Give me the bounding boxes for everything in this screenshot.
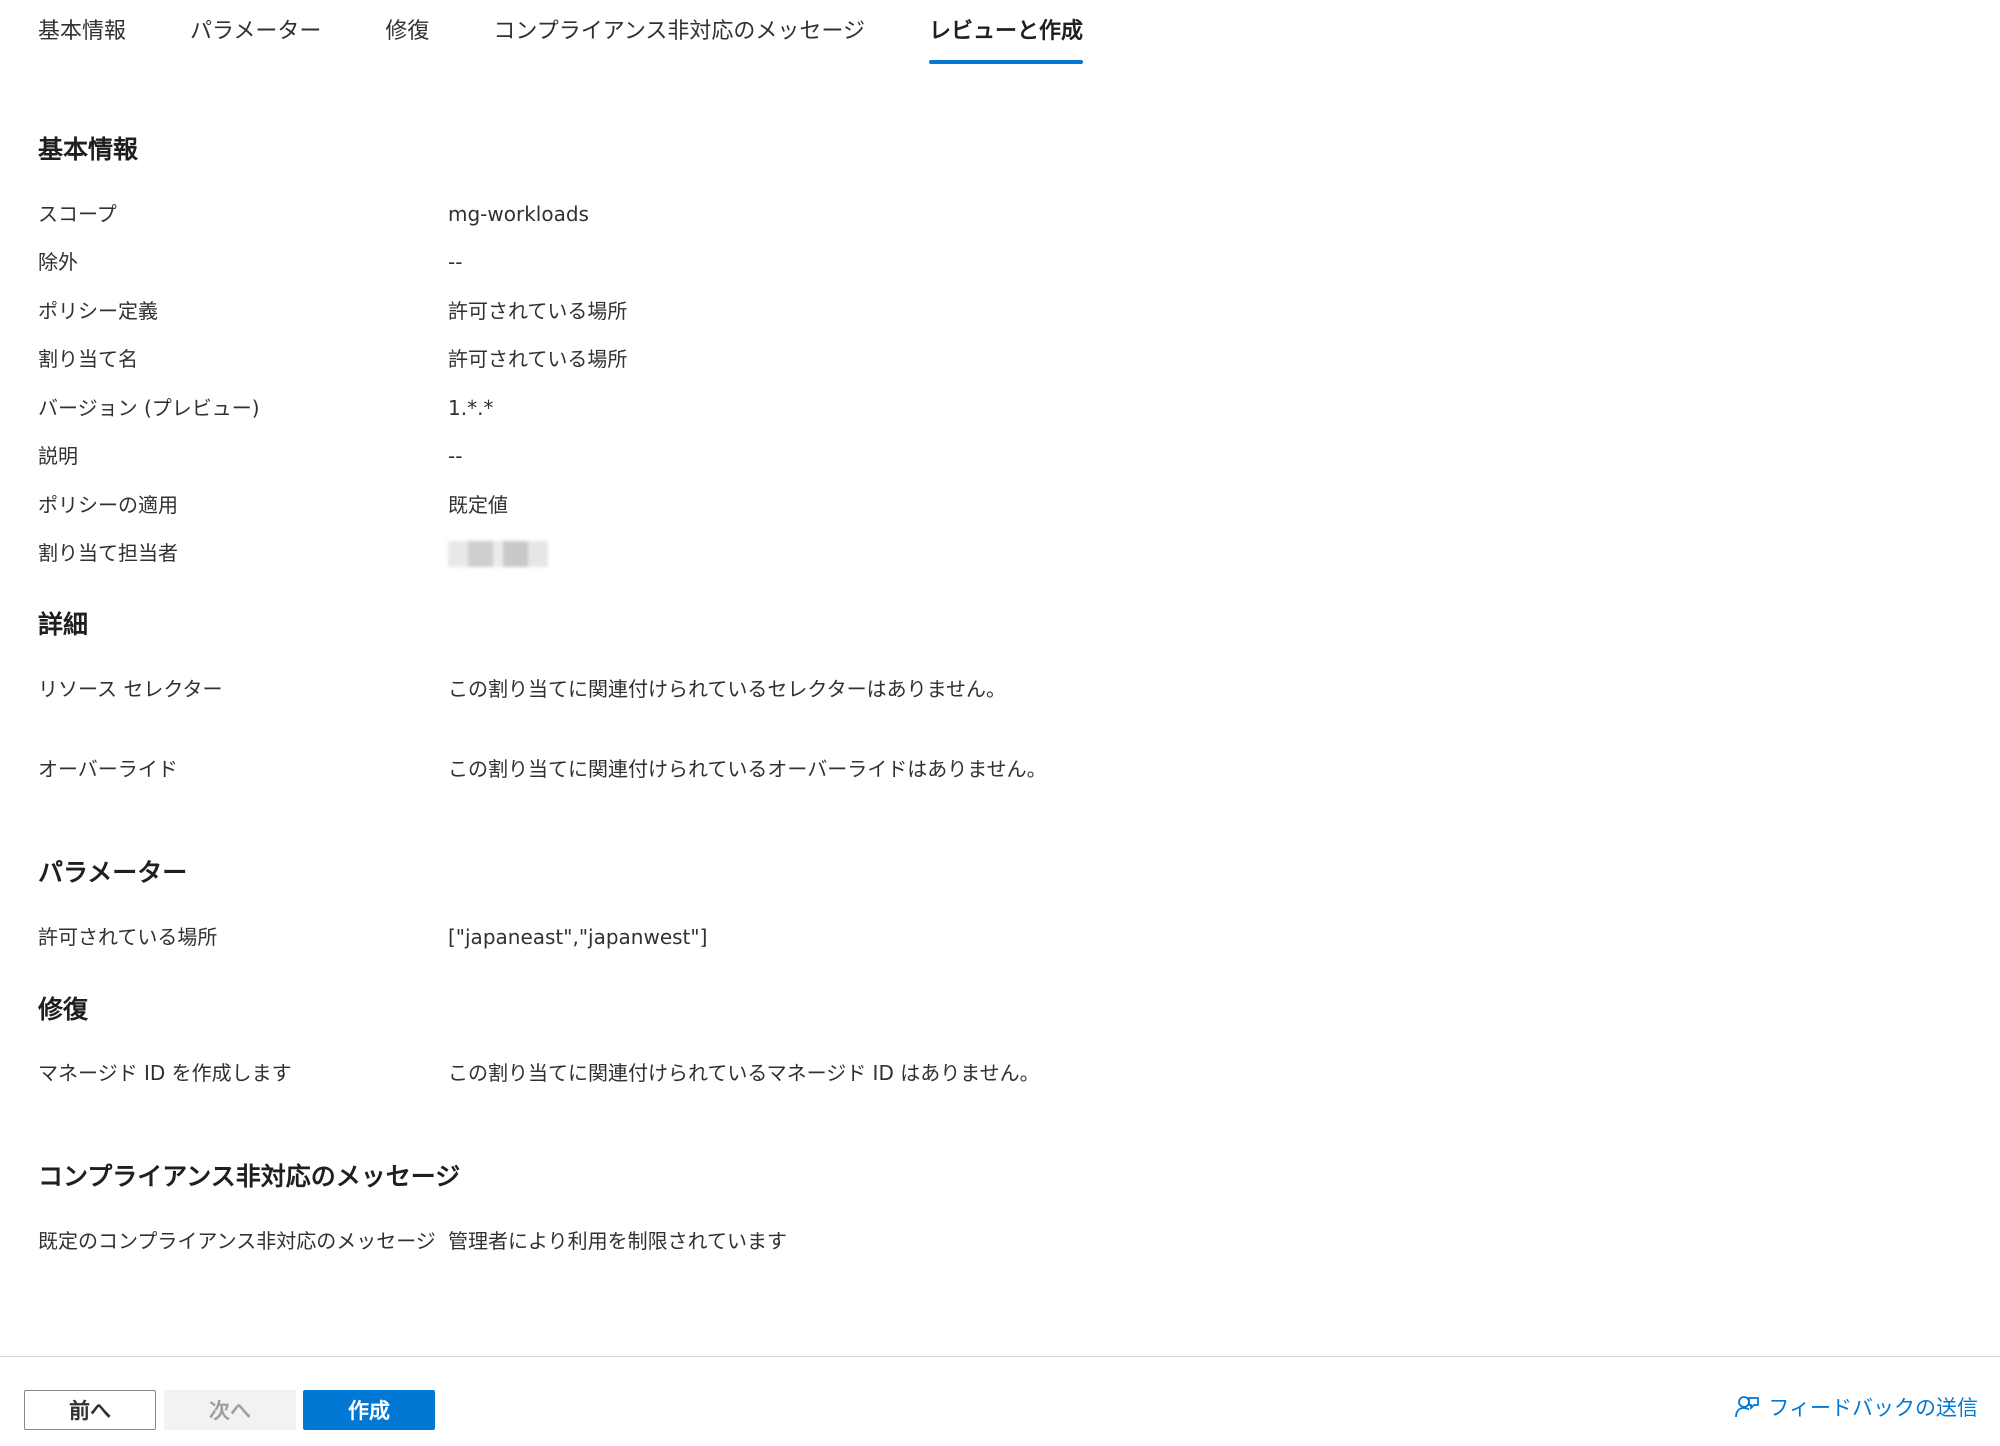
row-value: -- — [448, 250, 463, 274]
row-value: -- — [448, 444, 463, 468]
wizard-tabs: 基本情報 パラメーター 修復 コンプライアンス非対応のメッセージ レビューと作成 — [38, 0, 1147, 66]
row-value: 許可されている場所 — [448, 299, 628, 323]
row-label: 許可されている場所 — [38, 925, 218, 949]
tab-basics[interactable]: 基本情報 — [38, 0, 126, 64]
row-value: この割り当てに関連付けられているセレクターはありません。 — [448, 677, 1006, 701]
row-value: 既定値 — [448, 493, 508, 517]
row-value: 管理者により利用を制限されています — [448, 1229, 787, 1253]
row-value: 1.*.* — [448, 396, 494, 420]
row-value: この割り当てに関連付けられているオーバーライドはありません。 — [448, 757, 1047, 781]
row-label: リソース セレクター — [38, 677, 223, 701]
row-label: 割り当て担当者 — [38, 541, 178, 565]
row-label: スコープ — [38, 202, 117, 226]
row-label: 割り当て名 — [38, 347, 138, 371]
tab-noncompliance-messages[interactable]: コンプライアンス非対応のメッセージ — [493, 0, 865, 64]
row-value: mg-workloads — [448, 202, 589, 226]
row-value: この割り当てに関連付けられているマネージド ID はありません。 — [448, 1061, 1040, 1085]
tab-review-create[interactable]: レビューと作成 — [928, 0, 1084, 64]
row-label: ポリシーの適用 — [38, 493, 178, 517]
send-feedback-link[interactable]: フィードバックの送信 — [1734, 1390, 1978, 1424]
section-title-advanced: 詳細 — [38, 610, 89, 639]
footer-divider — [0, 1356, 2000, 1357]
row-label: バージョン (プレビュー) — [38, 396, 260, 420]
row-value — [448, 537, 1048, 576]
row-value: ["japaneast","japanwest"] — [448, 925, 708, 949]
feedback-label: フィードバックの送信 — [1768, 1396, 1978, 1420]
row-label: 説明 — [38, 444, 78, 468]
row-label: 除外 — [38, 250, 78, 274]
row-label: マネージド ID を作成します — [38, 1061, 292, 1085]
feedback-person-icon — [1734, 1394, 1760, 1420]
section-title-parameters: パラメーター — [38, 858, 188, 887]
row-label: ポリシー定義 — [38, 299, 158, 323]
section-title-basics: 基本情報 — [38, 135, 139, 164]
row-value: 許可されている場所 — [448, 347, 628, 371]
redacted-user-name — [448, 541, 548, 567]
row-label: オーバーライド — [38, 757, 178, 781]
next-button[interactable]: 次へ — [164, 1390, 296, 1430]
section-title-noncompliance: コンプライアンス非対応のメッセージ — [38, 1162, 461, 1191]
tab-parameters[interactable]: パラメーター — [190, 0, 321, 64]
tab-remediation[interactable]: 修復 — [385, 0, 429, 64]
previous-button[interactable]: 前へ — [24, 1390, 156, 1430]
create-button[interactable]: 作成 — [303, 1390, 435, 1430]
section-title-remediation: 修復 — [38, 995, 89, 1024]
row-label: 既定のコンプライアンス非対応のメッセージ — [38, 1229, 436, 1253]
